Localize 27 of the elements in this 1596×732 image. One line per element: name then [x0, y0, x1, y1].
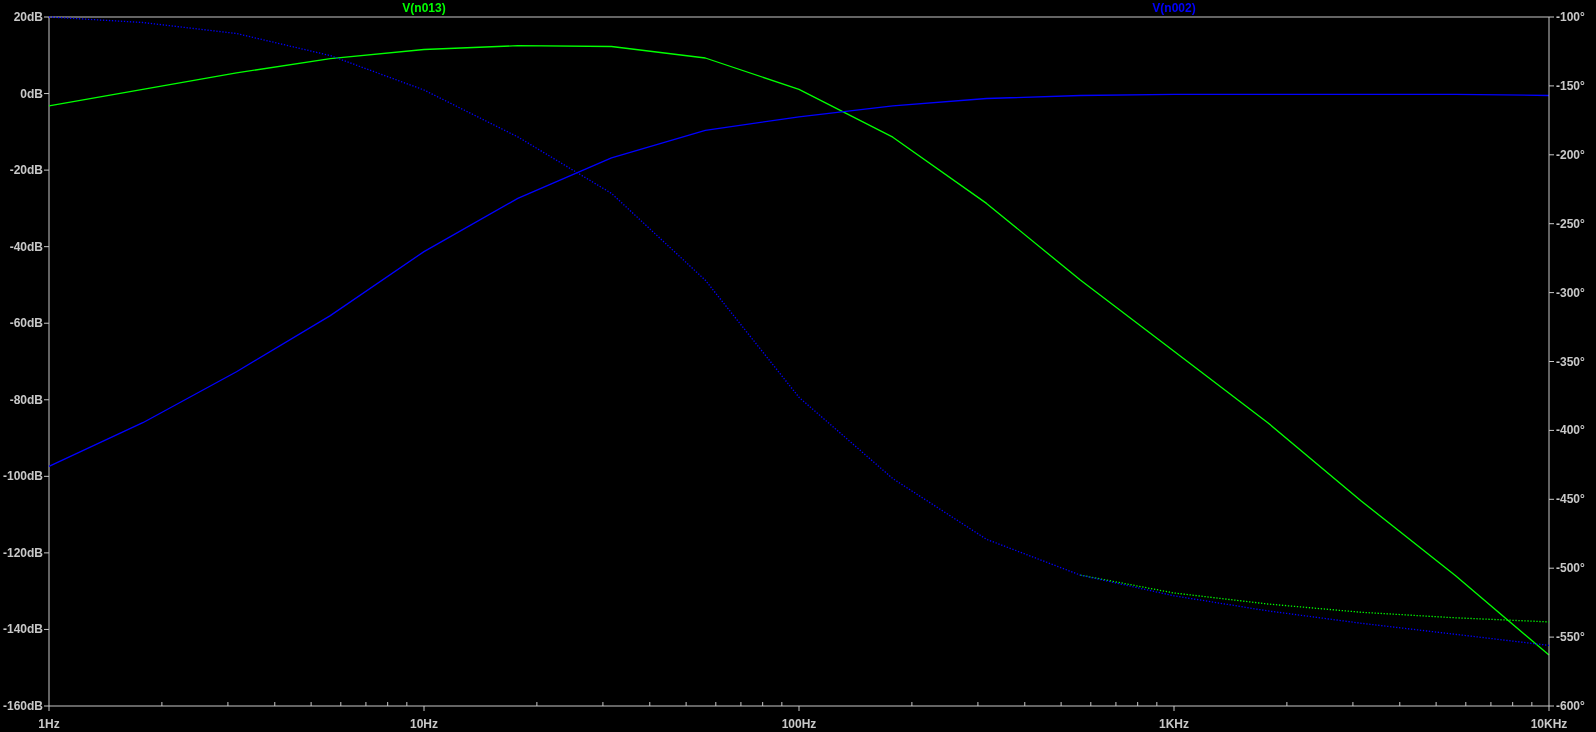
- axis-label: -300°: [1556, 285, 1585, 300]
- axis-label: -600°: [1556, 699, 1585, 713]
- axis-label: 100Hz: [781, 717, 817, 731]
- axis-label: 1Hz: [38, 717, 60, 731]
- trace-label[interactable]: V(n013): [402, 1, 446, 15]
- axis-label: -550°: [1556, 630, 1585, 645]
- axis-label: 10Hz: [410, 717, 438, 731]
- axis-label: -150°: [1556, 78, 1585, 93]
- axis-label: -250°: [1556, 216, 1585, 231]
- axis-label: -350°: [1556, 354, 1585, 369]
- axis-label: -450°: [1556, 492, 1585, 507]
- axis-label: -100°: [1556, 10, 1585, 24]
- axis-label: -120dB: [3, 545, 43, 560]
- axis-label: 1KHz: [1159, 717, 1189, 731]
- axis-label: -40dB: [9, 239, 43, 254]
- axis-label: -140dB: [3, 622, 43, 637]
- axis-label: 0dB: [20, 86, 43, 101]
- axis-label: -20dB: [9, 163, 43, 178]
- axis-label: 10KHz: [1530, 717, 1568, 731]
- axis-label: 20dB: [13, 10, 43, 24]
- axis-label: -60dB: [9, 316, 43, 331]
- axis-label: -160dB: [3, 699, 43, 713]
- axis-label: -200°: [1556, 147, 1585, 162]
- axis-label: -80dB: [9, 392, 43, 407]
- axis-label: -400°: [1556, 423, 1585, 438]
- axis-label: -100dB: [3, 469, 43, 484]
- axis-label: -500°: [1556, 561, 1585, 576]
